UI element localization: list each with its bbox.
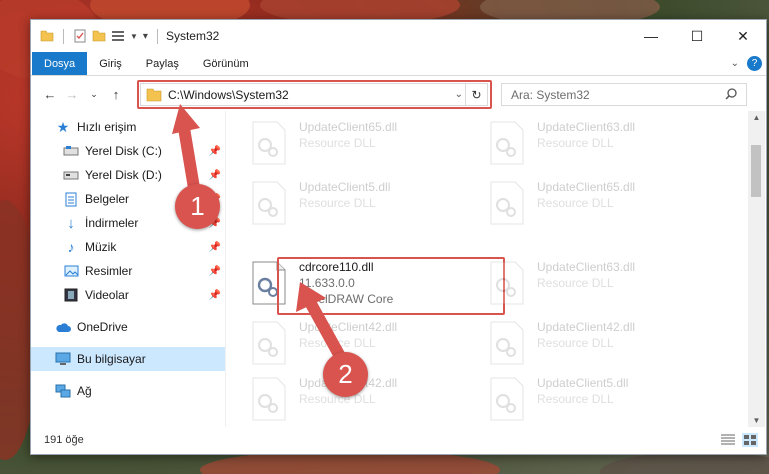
document-icon bbox=[63, 191, 79, 207]
status-bar: 191 öğe bbox=[31, 426, 766, 454]
sidebar-item-videos[interactable]: Videolar 📌 bbox=[31, 283, 225, 307]
address-bar-row: ← → ⌄ ↑ C:\Windows\System32 ⌄ ↻ Ara: Sys… bbox=[31, 77, 766, 111]
dll-file-icon bbox=[489, 377, 529, 425]
dll-file-icon bbox=[489, 121, 529, 169]
expand-ribbon-icon[interactable]: ⌄ bbox=[731, 58, 739, 69]
pin-icon[interactable]: 📌 bbox=[209, 266, 221, 277]
recent-locations-icon[interactable]: ⌄ bbox=[83, 89, 105, 100]
chevron-down-icon[interactable]: ▼ bbox=[130, 32, 138, 41]
view-toggles bbox=[720, 433, 758, 447]
forward-arrow-icon[interactable]: → bbox=[61, 87, 83, 102]
help-icon[interactable]: ? bbox=[747, 56, 762, 71]
step-badge-2: 2 bbox=[323, 352, 368, 397]
scroll-down-icon[interactable]: ▼ bbox=[748, 416, 765, 425]
sidebar-item-onedrive[interactable]: OneDrive bbox=[31, 315, 225, 339]
drive-icon bbox=[63, 167, 79, 183]
back-arrow-icon[interactable]: ← bbox=[39, 87, 61, 102]
dll-file-icon bbox=[489, 181, 529, 229]
window-controls: — ☐ ✕ bbox=[628, 20, 766, 52]
search-placeholder: Ara: System32 bbox=[511, 87, 590, 102]
up-arrow-icon[interactable]: ↑ bbox=[105, 87, 127, 102]
tab-home[interactable]: Giriş bbox=[87, 52, 134, 75]
sidebar-item-network[interactable]: Ağ bbox=[31, 379, 225, 403]
pin-icon[interactable]: 📌 bbox=[209, 290, 221, 301]
dll-file-icon bbox=[251, 121, 291, 169]
file-item[interactable]: UpdateClient5.dll Resource DLL bbox=[465, 373, 685, 427]
scroll-up-icon[interactable]: ▲ bbox=[748, 113, 765, 122]
dll-file-icon bbox=[251, 377, 291, 425]
file-item[interactable]: UpdateClient5.dll Resource DLL bbox=[227, 177, 447, 235]
large-icons-view-icon[interactable] bbox=[742, 433, 758, 447]
search-input[interactable]: Ara: System32 bbox=[501, 83, 747, 106]
sidebar-item-music[interactable]: ♪ Müzik 📌 bbox=[31, 235, 225, 259]
ribbon-right: ⌄ ? bbox=[731, 56, 762, 71]
pin-icon[interactable]: 📌 bbox=[209, 242, 221, 253]
customize-quick-access-icon[interactable]: ▾ bbox=[143, 31, 148, 42]
file-item[interactable]: UpdateClient42.dllResource DLL bbox=[465, 317, 685, 375]
video-icon bbox=[63, 287, 79, 303]
folder-icon[interactable] bbox=[40, 29, 54, 43]
sidebar-item-pictures[interactable]: Resimler 📌 bbox=[31, 259, 225, 283]
ribbon-tabs: Dosya Giriş Paylaş Görünüm ⌄ ? bbox=[31, 52, 766, 76]
cloud-icon bbox=[55, 319, 71, 335]
minimize-icon[interactable]: — bbox=[628, 20, 674, 52]
sidebar-item-this-pc[interactable]: Bu bilgisayar bbox=[31, 347, 225, 371]
vertical-scrollbar[interactable]: ▲ ▼ bbox=[748, 111, 765, 427]
star-icon: ★ bbox=[56, 118, 70, 135]
computer-icon bbox=[55, 351, 71, 367]
file-item[interactable]: UpdateClient63.dll Resource DLL bbox=[465, 257, 685, 315]
title-bar: ▼ ▾ System32 — ☐ ✕ bbox=[31, 20, 766, 52]
file-item[interactable]: UpdateClient65.dll Resource DLL bbox=[465, 177, 685, 235]
file-item[interactable]: UpdateClient63.dll Resource DLL bbox=[465, 117, 685, 175]
window-title: System32 bbox=[165, 29, 220, 43]
pictures-icon bbox=[63, 263, 79, 279]
close-icon[interactable]: ✕ bbox=[720, 20, 766, 52]
quick-access-toolbar: ▼ ▾ bbox=[40, 28, 162, 44]
dll-file-icon bbox=[251, 181, 291, 229]
download-icon: ↓ bbox=[67, 214, 75, 232]
explorer-window: ▼ ▾ System32 — ☐ ✕ Dosya Giriş Paylaş Gö… bbox=[30, 19, 767, 455]
step-badge-1: 1 bbox=[175, 184, 220, 229]
search-icon[interactable] bbox=[724, 87, 738, 101]
new-folder-icon[interactable] bbox=[92, 29, 106, 43]
item-count: 191 öğe bbox=[44, 434, 84, 446]
music-icon: ♪ bbox=[67, 239, 75, 255]
customize-icon[interactable] bbox=[111, 29, 125, 43]
dll-file-icon bbox=[251, 321, 291, 369]
nav-buttons: ← → ⌄ ↑ bbox=[39, 87, 127, 102]
scrollbar-thumb[interactable] bbox=[751, 145, 761, 197]
dll-file-icon bbox=[489, 321, 529, 369]
file-item[interactable]: UpdateClient65.dll Resource DLL bbox=[227, 117, 447, 175]
tab-share[interactable]: Paylaş bbox=[134, 52, 191, 75]
tab-file[interactable]: Dosya bbox=[32, 52, 88, 75]
details-view-icon[interactable] bbox=[720, 433, 736, 447]
dll-file-icon bbox=[489, 261, 529, 309]
tab-view[interactable]: Görünüm bbox=[191, 52, 261, 75]
drive-icon bbox=[63, 143, 79, 159]
properties-icon[interactable] bbox=[73, 29, 87, 43]
file-list: UpdateClient65.dll Resource DLL UpdateCli… bbox=[227, 111, 741, 427]
network-icon bbox=[55, 383, 71, 399]
maximize-icon[interactable]: ☐ bbox=[674, 20, 720, 52]
